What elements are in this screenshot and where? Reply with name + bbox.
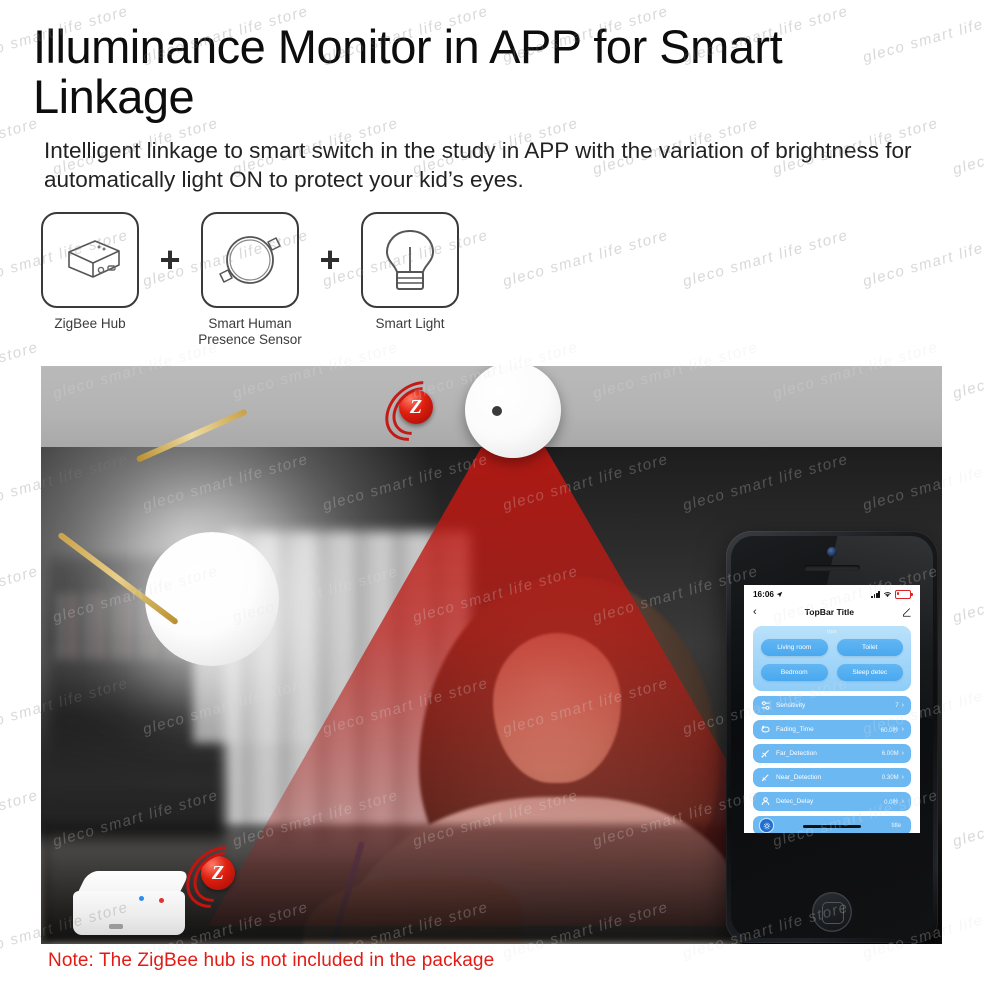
mode-button-bedroom[interactable]: Bedroom bbox=[761, 664, 828, 681]
watermark-text: gleco smart life store bbox=[0, 786, 41, 851]
presence-sensor-device bbox=[465, 366, 561, 458]
gear-icon bbox=[760, 819, 773, 832]
setting-label: Near_Detection bbox=[776, 774, 822, 781]
watermark-text: gleco smart life store bbox=[860, 227, 985, 291]
sliders-icon bbox=[760, 700, 771, 711]
product-item-light: Smart Light bbox=[358, 212, 462, 332]
page-title: Illuminance Monitor in APP for Smart Lin… bbox=[33, 20, 783, 123]
setting-value: 7 bbox=[895, 702, 899, 709]
lifestyle-photo: Z Z 16:06 ‹ TopBar Title tips Living roo… bbox=[41, 366, 942, 944]
hub-led-blue bbox=[139, 896, 144, 901]
product-label: Smart Light bbox=[375, 316, 445, 331]
watermark-text: gleco smart life store bbox=[680, 226, 851, 291]
setting-row-fading-time[interactable]: Fading_Time 60.0秒 › bbox=[753, 720, 911, 739]
chevron-right-icon: › bbox=[901, 774, 904, 781]
product-item-hub: ZigBee Hub bbox=[38, 212, 142, 332]
zigbee-hub-icon bbox=[68, 240, 120, 278]
setting-value: 0.30M bbox=[881, 774, 899, 781]
status-bar-right bbox=[871, 590, 913, 599]
plus-separator-2: + bbox=[319, 239, 341, 280]
nav-title: TopBar Title bbox=[804, 607, 854, 617]
zigbee-badge-hub: Z bbox=[173, 833, 263, 921]
earpiece-speaker bbox=[804, 565, 860, 571]
presence-sensor-icon bbox=[219, 236, 281, 284]
loop-refresh-icon bbox=[760, 724, 771, 735]
zigbee-hub-icon-box bbox=[41, 212, 139, 308]
hub-front-face bbox=[73, 891, 185, 935]
watermark-text: gleco smart life store bbox=[0, 562, 41, 627]
wifi-icon bbox=[883, 592, 892, 598]
zigbee-badge-sensor: Z bbox=[373, 368, 459, 454]
product-label: Smart Human Presence Sensor bbox=[198, 316, 302, 347]
footer-row-label: title bbox=[891, 822, 901, 829]
watermark-text: gleco smart life store bbox=[950, 787, 985, 851]
girl-face bbox=[493, 633, 621, 783]
home-button[interactable] bbox=[812, 892, 852, 932]
chevron-right-icon: › bbox=[901, 702, 904, 709]
watermark-text: gleco smart life store bbox=[0, 338, 41, 403]
page-subtitle: Intelligent linkage to smart switch in t… bbox=[44, 138, 912, 192]
sensor-lens-dot bbox=[492, 406, 502, 416]
light-bulb-icon bbox=[385, 229, 435, 290]
headline-block: Illuminance Monitor in APP for Smart Lin… bbox=[33, 22, 953, 194]
front-camera-icon bbox=[827, 547, 837, 557]
setting-row-near-detection[interactable]: Near_Detection 0.30M › bbox=[753, 768, 911, 787]
product-combination-row: ZigBee Hub + Smart Human Presence Sensor… bbox=[38, 212, 462, 348]
cellular-signal-icon bbox=[871, 591, 880, 598]
zigbee-hub-device bbox=[73, 871, 191, 937]
presence-sensor-icon-box bbox=[201, 212, 299, 308]
home-button-square bbox=[822, 902, 844, 924]
product-label: ZigBee Hub bbox=[54, 316, 126, 331]
app-nav-bar: ‹ TopBar Title bbox=[744, 602, 920, 622]
setting-label: Sensitivity bbox=[776, 702, 806, 709]
near-signal-icon bbox=[760, 772, 771, 783]
watermark-text: gleco smart life store bbox=[950, 563, 985, 627]
setting-row-far-detection[interactable]: Far_Detection 6.00M › bbox=[753, 744, 911, 763]
chevron-left-icon[interactable]: ‹ bbox=[753, 606, 757, 618]
hub-usb-port bbox=[109, 924, 123, 929]
hub-led-red bbox=[159, 898, 164, 903]
far-signal-icon bbox=[760, 748, 771, 759]
product-item-sensor: Smart Human Presence Sensor bbox=[198, 212, 302, 348]
setting-label: Far_Detection bbox=[776, 750, 817, 757]
watermark-text: gleco smart life store bbox=[950, 339, 985, 403]
home-indicator-bar bbox=[803, 825, 861, 828]
mode-button-sleep-detec[interactable]: Sleep detec bbox=[836, 664, 903, 681]
app-content: tips Living room Toilet Bedroom Sleep de… bbox=[744, 622, 920, 833]
setting-row-sensitivity[interactable]: Sensitivity 7 › bbox=[753, 696, 911, 715]
chevron-right-icon: › bbox=[901, 726, 904, 733]
pencil-edit-icon[interactable] bbox=[902, 607, 911, 617]
setting-value: 60.0秒 bbox=[880, 727, 899, 734]
battery-low-icon bbox=[895, 590, 913, 599]
mode-button-grid: Living room Toilet Bedroom Sleep detec bbox=[761, 639, 903, 681]
setting-value: 0.0秒 bbox=[884, 799, 899, 806]
mode-card-caption: tips bbox=[827, 629, 837, 635]
light-bulb-icon-box bbox=[361, 212, 459, 308]
page-root: Illuminance Monitor in APP for Smart Lin… bbox=[0, 0, 985, 985]
watermark-text: gleco smart life store bbox=[500, 226, 671, 291]
setting-label: Fading_Time bbox=[776, 726, 814, 733]
pendant-lamp-globe bbox=[145, 532, 279, 666]
mode-button-living-room[interactable]: Living room bbox=[761, 639, 828, 656]
mode-selection-card: tips Living room Toilet Bedroom Sleep de… bbox=[753, 626, 911, 691]
location-arrow-icon bbox=[776, 591, 783, 598]
chevron-right-icon: › bbox=[901, 750, 904, 757]
mode-button-toilet[interactable]: Toilet bbox=[836, 639, 903, 656]
setting-label: Detec_Delay bbox=[776, 798, 814, 805]
package-note: Note: The ZigBee hub is not included in … bbox=[48, 950, 495, 971]
status-bar-left: 16:06 bbox=[753, 590, 783, 599]
status-bar: 16:06 bbox=[744, 585, 920, 602]
setting-value: 6.00M bbox=[881, 750, 899, 757]
status-time: 16:06 bbox=[753, 590, 774, 599]
smartphone-mockup: 16:06 ‹ TopBar Title tips Living room To… bbox=[726, 531, 938, 943]
plus-separator-1: + bbox=[159, 239, 181, 280]
watermark-text: gleco smart life store bbox=[950, 115, 985, 179]
chevron-right-icon: › bbox=[901, 798, 904, 805]
person-icon bbox=[760, 796, 771, 807]
phone-screen: 16:06 ‹ TopBar Title tips Living room To… bbox=[744, 585, 920, 833]
setting-row-detec-delay[interactable]: Detec_Delay 0.0秒 › bbox=[753, 792, 911, 811]
